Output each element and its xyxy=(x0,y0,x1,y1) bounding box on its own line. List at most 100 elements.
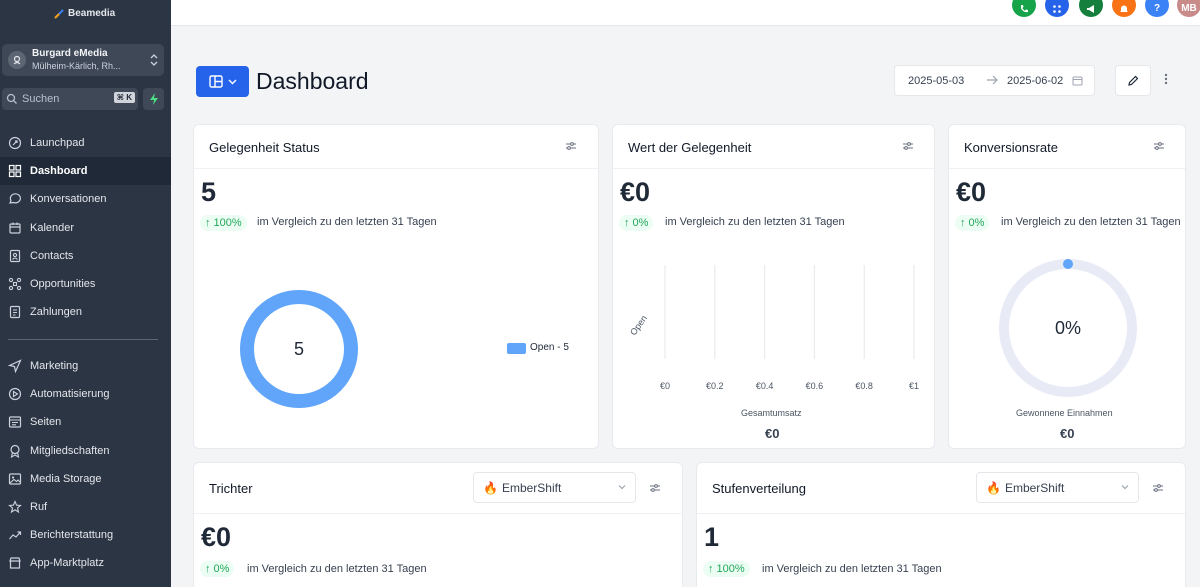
x-tick-label: €0.4 xyxy=(756,381,774,391)
search-input[interactable]: Suchen ⌘ K xyxy=(2,88,138,110)
sidebar-item-contacts[interactable]: Contacts xyxy=(0,242,171,270)
notifications-button[interactable] xyxy=(1112,0,1136,17)
card-conversion-rate: Konversionsrate €0 ↑ 0% im Vergleich zu … xyxy=(948,124,1186,449)
sidebar-item-label: Marketing xyxy=(30,360,79,373)
rocket-icon xyxy=(8,136,22,150)
edit-dashboard-button[interactable] xyxy=(1115,65,1151,96)
more-vertical-icon xyxy=(1164,73,1168,85)
x-tick-label: €0.8 xyxy=(855,381,873,391)
trend-badge: ↑ 100% xyxy=(200,215,247,231)
card-stage-distribution: Stufenverteilung 🔥 EmberShift 1 ↑ 100% i… xyxy=(696,462,1186,587)
card-title: Stufenverteilung xyxy=(712,481,806,496)
report-icon xyxy=(9,531,22,540)
brand-logo-icon xyxy=(54,8,64,19)
sidebar-item-label: Berichterstattung xyxy=(30,529,114,542)
sidebar-item-kalender[interactable]: Kalender xyxy=(0,214,171,242)
gauge-indicator xyxy=(1063,259,1073,269)
pipeline-dropdown[interactable]: 🔥 EmberShift xyxy=(976,472,1139,503)
sidebar-item-label: Konversationen xyxy=(30,193,107,206)
brand-name: Beamedia xyxy=(68,8,116,19)
sidebar-item-label: Dashboard xyxy=(30,165,88,178)
metric-value: €0 xyxy=(201,522,232,552)
metric-value: 1 xyxy=(704,522,720,552)
megaphone-icon xyxy=(1087,5,1094,13)
card-funnel: Trichter 🔥 EmberShift €0 ↑ 0% im Verglei… xyxy=(193,462,683,587)
card-opportunity-status: Gelegenheit Status 5 ↑ 100% im Vergleich… xyxy=(193,124,599,449)
filter-icon[interactable] xyxy=(649,483,661,493)
phone-button[interactable] xyxy=(1012,0,1036,17)
help-button[interactable]: ? xyxy=(1145,0,1169,17)
sidebar-item-launchpad[interactable]: Launchpad xyxy=(0,129,171,157)
apps-icon xyxy=(1053,5,1061,13)
conversion-gauge: 0% xyxy=(999,259,1137,397)
sidebar-item-mitgliedschaften[interactable]: Mitgliedschaften xyxy=(0,437,171,465)
sidebar-item-berichterstattung[interactable]: Berichterstattung xyxy=(0,521,171,549)
card-divider xyxy=(697,513,1185,514)
account-location: Mülheim-Kärlich, Rh... xyxy=(32,61,121,71)
sidebar-item-automatisierung[interactable]: Automatisierung xyxy=(0,380,171,408)
chevron-down-icon xyxy=(1121,485,1129,490)
layout-icon xyxy=(208,75,223,88)
sidebar-item-label: Launchpad xyxy=(30,137,85,150)
chat-icon xyxy=(9,193,21,205)
sidebar-item-label: Automatisierung xyxy=(30,388,110,401)
gauge-value: 0% xyxy=(1055,318,1081,338)
payments-icon xyxy=(9,306,21,319)
legend-swatch-open xyxy=(507,343,526,354)
date-range-picker[interactable]: 2025-05-03 2025-06-02 xyxy=(894,65,1095,96)
announcements-button[interactable] xyxy=(1079,0,1103,17)
card-divider xyxy=(194,168,598,169)
pipeline-dropdown-value: EmberShift xyxy=(501,480,562,495)
sidebar-item-label: App-Marktplatz xyxy=(30,557,104,570)
more-options-button[interactable] xyxy=(1164,72,1168,89)
y-category-label: Open xyxy=(628,313,649,337)
sidebar-item-zahlungen[interactable]: Zahlungen xyxy=(0,298,171,326)
filter-icon[interactable] xyxy=(565,141,577,151)
brand[interactable]: Beamedia xyxy=(54,8,115,19)
quick-action-button[interactable] xyxy=(143,88,164,110)
account-switcher[interactable]: Burgard eMedia Mülheim-Kärlich, Rh... xyxy=(2,44,164,76)
trend-badge: ↑ 0% xyxy=(619,215,654,231)
membership-icon xyxy=(10,444,20,458)
sidebar-item-app-marktplatz[interactable]: App-Marktplatz xyxy=(0,549,171,577)
marketplace-icon xyxy=(9,557,21,570)
avatar[interactable]: MB xyxy=(1177,0,1200,17)
sidebar-item-konversationen[interactable]: Konversationen xyxy=(0,185,171,213)
filter-icon[interactable] xyxy=(902,141,914,151)
card-opportunity-value: Wert der Gelegenheit €0 ↑ 0% im Vergleic… xyxy=(612,124,935,449)
trend-badge: ↑ 0% xyxy=(955,215,990,231)
apps-button[interactable] xyxy=(1045,0,1069,17)
bell-icon xyxy=(1120,5,1128,12)
contacts-icon xyxy=(9,249,21,262)
total-value: €0 xyxy=(765,426,780,441)
card-title: Wert der Gelegenheit xyxy=(628,140,752,155)
search-icon xyxy=(6,93,17,104)
arrow-right-icon xyxy=(987,75,998,85)
metric-value: €0 xyxy=(956,177,987,207)
metric-value: 5 xyxy=(201,177,217,207)
sidebar-item-seiten[interactable]: Seiten xyxy=(0,408,171,436)
filter-icon[interactable] xyxy=(1153,141,1165,151)
sidebar-item-dashboard[interactable]: Dashboard xyxy=(0,157,171,186)
fire-icon: 🔥 xyxy=(483,480,498,495)
donut-center-value: 5 xyxy=(294,339,304,359)
sidebar-item-label: Media Storage xyxy=(30,472,102,485)
sidebar-item-media-storage[interactable]: Media Storage xyxy=(0,465,171,493)
filter-icon[interactable] xyxy=(1152,483,1164,493)
fire-icon: 🔥 xyxy=(986,480,1001,495)
sidebar-divider xyxy=(8,339,158,340)
help-icon: ? xyxy=(1153,3,1161,14)
card-divider xyxy=(949,168,1185,169)
sidebar-item-ruf[interactable]: Ruf xyxy=(0,493,171,521)
card-divider xyxy=(194,513,682,514)
send-icon xyxy=(8,359,22,374)
sidebar-item-marketing[interactable]: Marketing xyxy=(0,352,171,380)
sidebar-item-label: Kalender xyxy=(30,221,75,234)
pipeline-dropdown[interactable]: 🔥 EmberShift xyxy=(473,472,636,503)
x-tick-label: €1 xyxy=(909,381,919,391)
nav-secondary: Marketing Automatisierung Seiten Mitglie… xyxy=(0,352,171,578)
page-title: Dashboard xyxy=(256,68,369,94)
layout-switcher-button[interactable] xyxy=(196,66,249,97)
card-divider xyxy=(613,168,934,169)
sidebar-item-opportunities[interactable]: Opportunities xyxy=(0,270,171,298)
